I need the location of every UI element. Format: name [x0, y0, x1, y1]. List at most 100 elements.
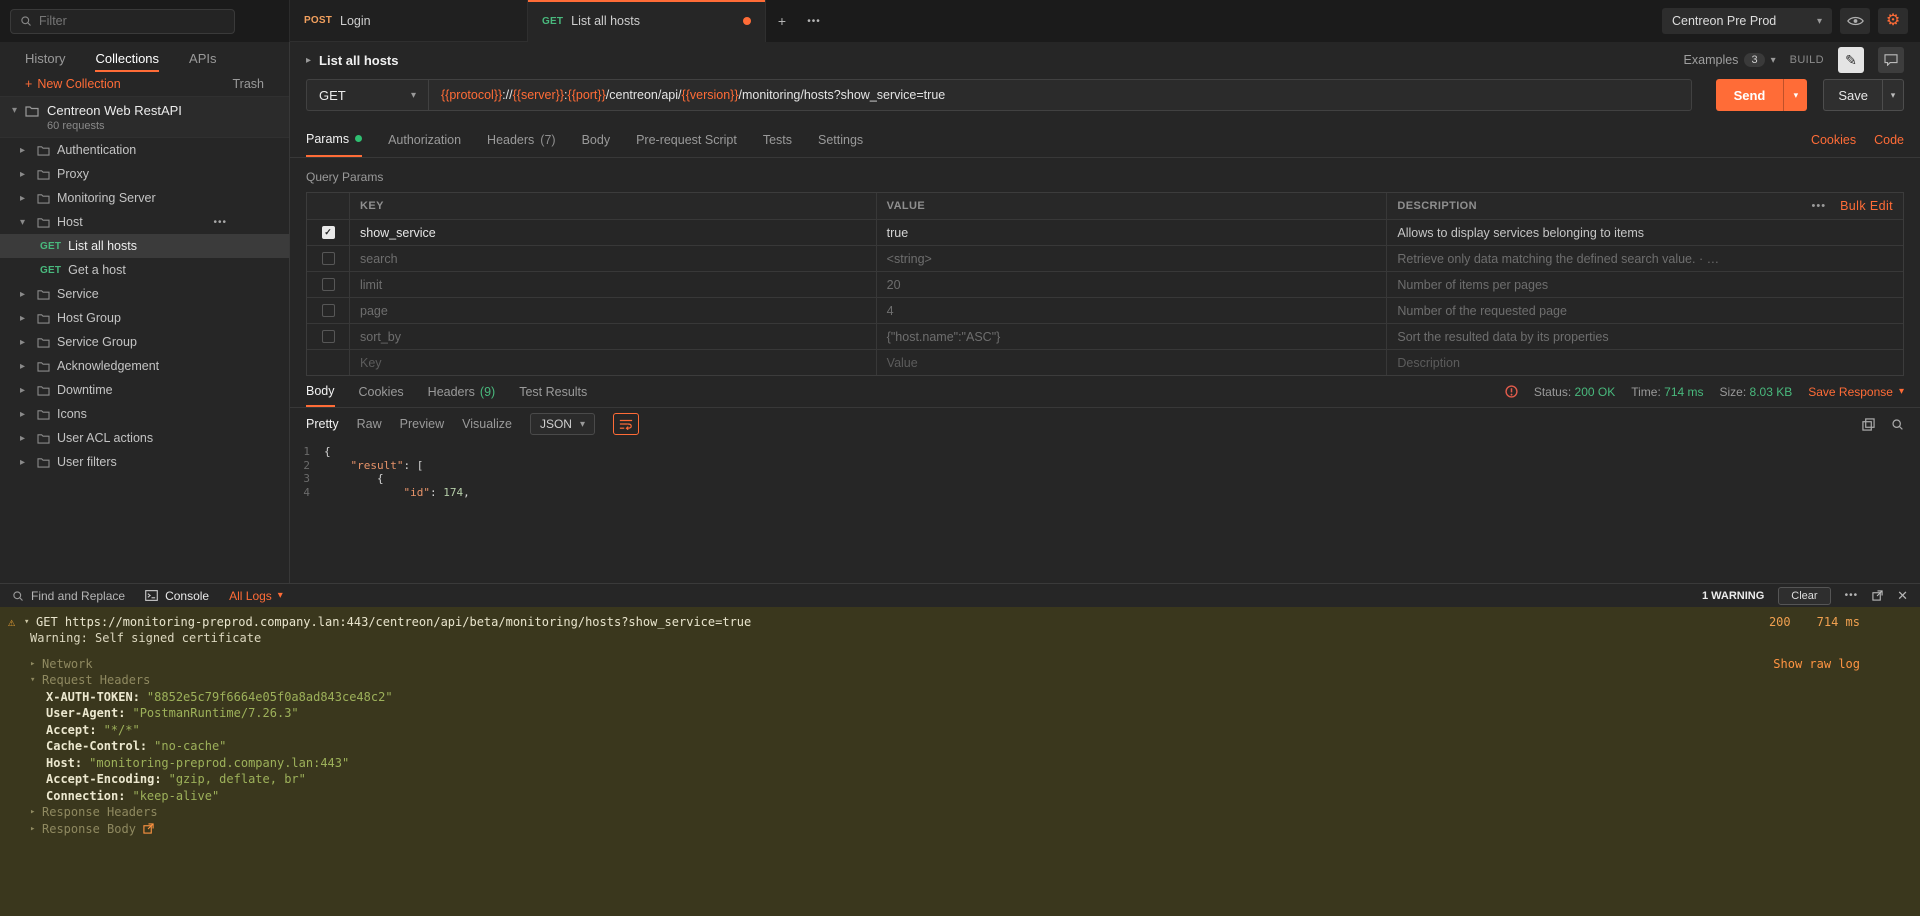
- chevron-right-icon: ▸: [20, 457, 30, 468]
- url-input[interactable]: {{protocol}}://{{server}}:{{port}}/centr…: [428, 79, 1692, 111]
- console-options-button[interactable]: •••: [1845, 590, 1859, 601]
- tab-list-all-hosts[interactable]: GET List all hosts: [528, 0, 766, 42]
- external-link-icon[interactable]: [143, 823, 154, 834]
- sidebar-tab-collections[interactable]: Collections: [95, 51, 159, 72]
- tab-authorization[interactable]: Authorization: [388, 122, 461, 157]
- response-body-editor[interactable]: 1 { 2 "result": [ 3 { 4 "id": 174,: [290, 440, 1920, 583]
- response-tab-cookies[interactable]: Cookies: [359, 376, 404, 407]
- console-group-request-headers[interactable]: ▾ Request Headers: [0, 672, 1920, 689]
- format-selector[interactable]: JSON ▾: [530, 413, 595, 435]
- method-selector[interactable]: GET ▾: [306, 79, 428, 111]
- comment-icon: [1884, 54, 1898, 66]
- bulk-edit-link[interactable]: Bulk Edit: [1840, 199, 1893, 213]
- wrap-lines-button[interactable]: [613, 413, 639, 435]
- trash-link[interactable]: Trash: [233, 77, 265, 91]
- log-filter-dropdown[interactable]: All Logs ▾: [229, 589, 283, 603]
- sidebar-item-service-group[interactable]: ▸ Service Group: [0, 330, 289, 354]
- request-title: List all hosts: [319, 53, 398, 68]
- sidebar-item-user-acl-actions[interactable]: ▸ User ACL actions: [0, 426, 289, 450]
- row-checkbox[interactable]: [322, 278, 335, 291]
- console-toggle-button[interactable]: Console: [145, 589, 209, 603]
- edit-button[interactable]: ✎: [1838, 47, 1864, 73]
- sidebar-tab-history[interactable]: History: [25, 51, 65, 72]
- table-row: ✓ show_service true Allows to display se…: [307, 219, 1903, 245]
- save-button[interactable]: Save: [1823, 79, 1882, 111]
- row-checkbox[interactable]: [322, 330, 335, 343]
- console-group-response-headers[interactable]: ▸ Response Headers: [0, 804, 1920, 821]
- row-checkbox[interactable]: ✓: [322, 226, 335, 239]
- sidebar-item-monitoring-server[interactable]: ▸ Monitoring Server: [0, 186, 289, 210]
- sidebar-item-list-all-hosts[interactable]: GET List all hosts: [0, 234, 289, 258]
- url-row: GET ▾ {{protocol}}://{{server}}:{{port}}…: [290, 78, 1920, 112]
- sidebar-item-acknowledgement[interactable]: ▸ Acknowledgement: [0, 354, 289, 378]
- view-tab-pretty[interactable]: Pretty: [306, 417, 339, 431]
- console-group-response-body[interactable]: ▸ Response Body: [0, 820, 1920, 837]
- sidebar-tab-apis[interactable]: APIs: [189, 51, 216, 72]
- sidebar-item-proxy[interactable]: ▸ Proxy: [0, 162, 289, 186]
- console-group-network[interactable]: ▸ Network Show raw log: [0, 655, 1920, 672]
- sidebar-item-service[interactable]: ▸ Service: [0, 282, 289, 306]
- environment-quick-look-button[interactable]: [1840, 8, 1870, 34]
- show-raw-log-link[interactable]: Show raw log: [1773, 657, 1860, 671]
- cookies-link[interactable]: Cookies: [1811, 133, 1856, 147]
- find-and-replace-button[interactable]: Find and Replace: [12, 589, 125, 603]
- save-options-button[interactable]: ▾: [1882, 79, 1904, 111]
- send-button[interactable]: Send: [1716, 79, 1784, 111]
- chevron-down-icon: ▾: [580, 419, 585, 430]
- log-expand-caret[interactable]: ▾: [24, 617, 36, 627]
- ssl-warning-icon[interactable]: [1505, 385, 1518, 398]
- table-row: search <string> Retrieve only data match…: [307, 245, 1903, 271]
- pencil-icon: ✎: [1845, 52, 1857, 69]
- comments-button[interactable]: [1878, 47, 1904, 73]
- view-tab-preview[interactable]: Preview: [400, 417, 444, 431]
- console-log-entry[interactable]: ⚠ ▾ GET https://monitoring-preprod.compa…: [0, 613, 1920, 630]
- folder-icon: [37, 169, 50, 180]
- close-console-icon[interactable]: ✕: [1897, 588, 1908, 604]
- folder-icon: [37, 337, 50, 348]
- clear-console-button[interactable]: Clear: [1778, 587, 1830, 605]
- item-options-button[interactable]: •••: [213, 217, 227, 228]
- response-tab-headers[interactable]: Headers (9): [428, 376, 496, 407]
- chevron-down-icon: ▾: [20, 217, 30, 228]
- filter-box[interactable]: [10, 9, 235, 34]
- tab-headers[interactable]: Headers (7): [487, 122, 556, 157]
- tab-login[interactable]: POST Login: [290, 0, 528, 42]
- sidebar-item-downtime[interactable]: ▸ Downtime: [0, 378, 289, 402]
- response-view-bar: Pretty Raw Preview Visualize JSON ▾: [290, 408, 1920, 440]
- row-checkbox[interactable]: [322, 252, 335, 265]
- sidebar-item-host[interactable]: ▾ Host •••: [0, 210, 289, 234]
- open-console-window-icon[interactable]: [1872, 590, 1883, 601]
- sidebar-item-get-a-host[interactable]: GET Get a host: [0, 258, 289, 282]
- table-row: page 4 Number of the requested page: [307, 297, 1903, 323]
- tab-params[interactable]: Params: [306, 122, 362, 157]
- send-options-button[interactable]: ▾: [1783, 79, 1807, 111]
- tab-settings[interactable]: Settings: [818, 122, 863, 157]
- response-tab-body[interactable]: Body: [306, 376, 335, 407]
- tab-options-button[interactable]: •••: [798, 0, 830, 42]
- tab-tests[interactable]: Tests: [763, 122, 792, 157]
- table-row: sort_by {"host.name":"ASC"} Sort the res…: [307, 323, 1903, 349]
- sidebar-item-authentication[interactable]: ▸ Authentication: [0, 138, 289, 162]
- view-tab-visualize[interactable]: Visualize: [462, 417, 512, 431]
- response-tab-test-results[interactable]: Test Results: [519, 376, 587, 407]
- collection-header[interactable]: ▾ Centreon Web RestAPI 60 requests: [0, 96, 289, 138]
- search-response-icon[interactable]: [1891, 418, 1904, 431]
- chevron-right-icon[interactable]: ▸: [306, 55, 311, 66]
- tab-pre-request-script[interactable]: Pre-request Script: [636, 122, 737, 157]
- save-response-button[interactable]: Save Response ▾: [1808, 385, 1904, 399]
- sidebar-item-user-filters[interactable]: ▸ User filters: [0, 450, 289, 474]
- row-checkbox[interactable]: [322, 304, 335, 317]
- tab-body[interactable]: Body: [582, 122, 611, 157]
- view-tab-raw[interactable]: Raw: [357, 417, 382, 431]
- new-tab-button[interactable]: +: [766, 0, 798, 42]
- sidebar-item-icons[interactable]: ▸ Icons: [0, 402, 289, 426]
- new-collection-button[interactable]: + New Collection: [25, 77, 121, 91]
- copy-icon[interactable]: [1862, 418, 1875, 431]
- environment-selector[interactable]: Centreon Pre Prod ▾: [1662, 8, 1832, 34]
- params-options-button[interactable]: •••: [1812, 200, 1827, 212]
- settings-button[interactable]: ⚙: [1878, 8, 1908, 34]
- code-link[interactable]: Code: [1874, 133, 1904, 147]
- sidebar-item-host-group[interactable]: ▸ Host Group: [0, 306, 289, 330]
- examples-dropdown[interactable]: Examples 3 ▾: [1684, 53, 1776, 67]
- filter-input[interactable]: [39, 14, 225, 28]
